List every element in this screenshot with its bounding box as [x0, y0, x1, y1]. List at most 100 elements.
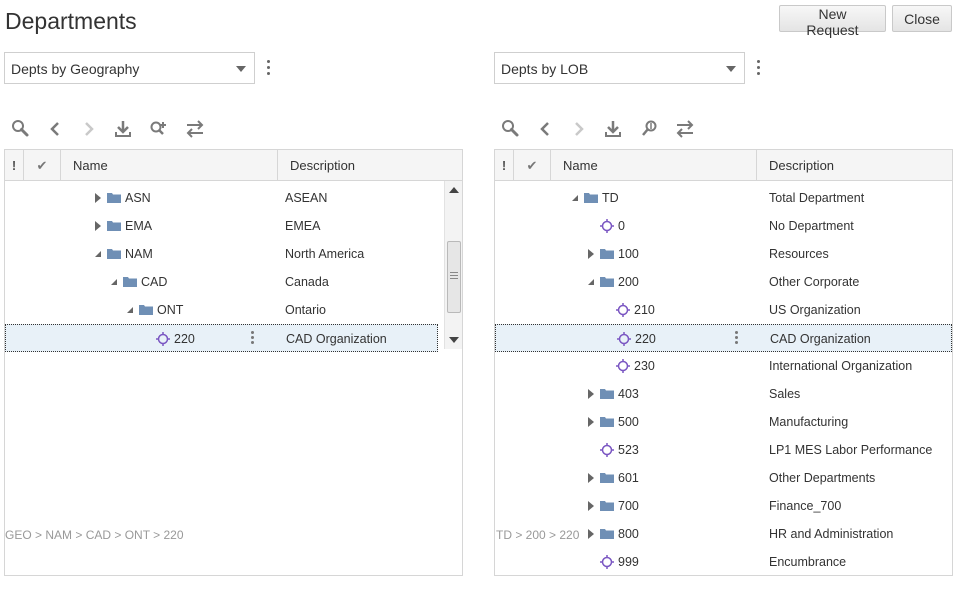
- tree-row[interactable]: EMA EMEA: [5, 212, 438, 240]
- folder-icon: [600, 500, 614, 511]
- row-name: 220: [174, 332, 195, 346]
- tree-row[interactable]: NAM North America: [5, 240, 438, 268]
- grid-header: ! ✔ Name Description: [495, 150, 952, 181]
- row-description: LP1 MES Labor Performance: [769, 443, 933, 457]
- row-description: US Organization: [769, 303, 861, 317]
- row-name: 999: [618, 555, 639, 569]
- next-icon[interactable]: [568, 118, 590, 140]
- expand-arrow-icon[interactable]: [588, 417, 594, 427]
- tree-row[interactable]: 200 Other Corporate: [495, 268, 952, 296]
- hierarchy-select-right[interactable]: Depts by LOB: [494, 52, 745, 84]
- folder-icon: [600, 388, 614, 399]
- member-icon: [617, 332, 631, 346]
- row-name: 700: [618, 499, 639, 513]
- tree-row[interactable]: 601 Other Departments: [495, 464, 952, 492]
- row-name: EMA: [125, 219, 153, 233]
- search-icon[interactable]: [10, 118, 32, 140]
- folder-icon: [139, 304, 153, 315]
- column-header-name[interactable]: Name: [61, 150, 278, 180]
- tree-row[interactable]: TD Total Department: [495, 184, 952, 212]
- row-name: 0: [618, 219, 625, 233]
- swap-icon[interactable]: [184, 118, 206, 140]
- row-name: 601: [618, 471, 639, 485]
- close-button[interactable]: Close: [892, 5, 952, 32]
- expand-arrow-icon[interactable]: [588, 389, 594, 399]
- swap-icon[interactable]: [674, 118, 696, 140]
- row-description: Other Departments: [769, 471, 876, 485]
- row-description: ASEAN: [285, 191, 328, 205]
- row-menu-icon[interactable]: [251, 331, 254, 346]
- collapse-arrow-icon[interactable]: [127, 307, 133, 313]
- expand-arrow-icon[interactable]: [95, 221, 101, 231]
- row-name: NAM: [125, 247, 153, 261]
- row-name: 500: [618, 415, 639, 429]
- new-request-button[interactable]: New Request: [779, 5, 886, 38]
- search-icon[interactable]: [500, 118, 522, 140]
- column-header-description[interactable]: Description: [757, 150, 952, 180]
- vertical-scrollbar[interactable]: [444, 181, 462, 349]
- scroll-down-icon[interactable]: [449, 337, 459, 343]
- tree-row-selected[interactable]: 220 CAD Organization: [495, 324, 952, 352]
- next-icon[interactable]: [78, 118, 100, 140]
- member-icon: [600, 555, 614, 569]
- search-add-icon[interactable]: [148, 118, 170, 140]
- tree-row[interactable]: 500 Manufacturing: [495, 408, 952, 436]
- scroll-thumb[interactable]: [447, 241, 461, 313]
- column-header-name[interactable]: Name: [551, 150, 757, 180]
- scroll-up-icon[interactable]: [449, 187, 459, 193]
- row-name: 800: [618, 527, 639, 541]
- tree-row[interactable]: CAD Canada: [5, 268, 438, 296]
- row-menu-icon[interactable]: [735, 331, 738, 346]
- expand-arrow-icon[interactable]: [588, 529, 594, 539]
- tree-row[interactable]: 0 No Department: [495, 212, 952, 240]
- column-header-status[interactable]: !: [495, 150, 514, 180]
- tree-row[interactable]: 700 Finance_700: [495, 492, 952, 520]
- panel-menu-icon[interactable]: [757, 60, 761, 76]
- panel-menu-icon[interactable]: [267, 60, 271, 76]
- collapse-arrow-icon[interactable]: [572, 195, 578, 201]
- locate-member-icon[interactable]: [638, 118, 660, 140]
- column-header-check[interactable]: ✔: [514, 150, 551, 180]
- download-icon[interactable]: [602, 118, 624, 140]
- tree-row[interactable]: 403 Sales: [495, 380, 952, 408]
- row-name: 100: [618, 247, 639, 261]
- expand-arrow-icon[interactable]: [588, 249, 594, 259]
- row-name: CAD: [141, 275, 168, 289]
- grid-header: ! ✔ Name Description: [5, 150, 462, 181]
- expand-arrow-icon[interactable]: [588, 501, 594, 511]
- page-title: Departments: [5, 8, 137, 34]
- row-description: HR and Administration: [769, 527, 894, 541]
- tree-row[interactable]: 230 International Organization: [495, 352, 952, 380]
- folder-icon: [600, 276, 614, 287]
- previous-icon[interactable]: [534, 118, 556, 140]
- column-header-status[interactable]: !: [5, 150, 24, 180]
- tree-row[interactable]: 523 LP1 MES Labor Performance: [495, 436, 952, 464]
- tree-row[interactable]: ONT Ontario: [5, 296, 438, 324]
- row-description: Sales: [769, 387, 801, 401]
- row-description: Manufacturing: [769, 415, 849, 429]
- hierarchy-select-left[interactable]: Depts by Geography: [4, 52, 255, 84]
- tree-row[interactable]: ASN ASEAN: [5, 184, 438, 212]
- tree-row[interactable]: 100 Resources: [495, 240, 952, 268]
- previous-icon[interactable]: [44, 118, 66, 140]
- expand-arrow-icon[interactable]: [95, 193, 101, 203]
- row-description: EMEA: [285, 219, 321, 233]
- column-header-check[interactable]: ✔: [24, 150, 61, 180]
- dropdown-caret-icon: [726, 66, 736, 72]
- hierarchy-select-value: Depts by Geography: [11, 61, 140, 77]
- collapse-arrow-icon[interactable]: [588, 279, 594, 285]
- row-description: North America: [285, 247, 365, 261]
- collapse-arrow-icon[interactable]: [111, 279, 117, 285]
- tree-row-selected[interactable]: 220 CAD Organization: [5, 324, 438, 352]
- download-icon[interactable]: [112, 118, 134, 140]
- expand-arrow-icon[interactable]: [588, 473, 594, 483]
- collapse-arrow-icon[interactable]: [95, 251, 101, 257]
- folder-icon: [107, 220, 121, 231]
- tree-row[interactable]: 210 US Organization: [495, 296, 952, 324]
- row-description: Resources: [769, 247, 829, 261]
- tree-row[interactable]: 999 Encumbrance: [495, 548, 952, 575]
- hierarchy-select-value: Depts by LOB: [501, 61, 589, 77]
- folder-icon: [600, 416, 614, 427]
- column-header-description[interactable]: Description: [278, 150, 462, 180]
- row-name: TD: [602, 191, 619, 205]
